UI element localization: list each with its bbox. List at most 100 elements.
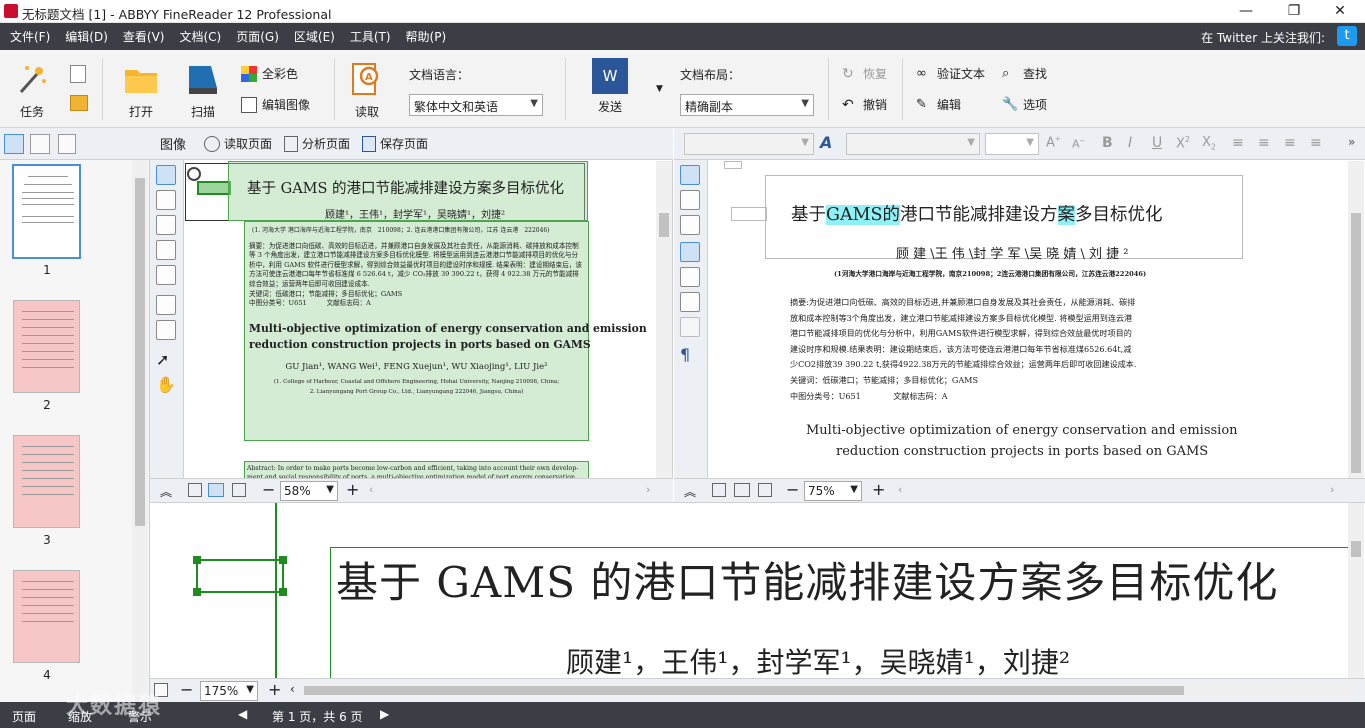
text-view-icon[interactable] xyxy=(680,165,700,185)
fit-height-icon[interactable] xyxy=(758,483,772,497)
format-icon[interactable] xyxy=(680,317,700,337)
document-image[interactable]: 基于 GAMS 的港口节能减排建设方案多目标优化 顾建¹，王伟¹，封学军¹，吴晓… xyxy=(185,161,655,478)
thumbnails-view-icon[interactable] xyxy=(4,134,24,154)
zoom-in-icon[interactable]: + xyxy=(268,680,281,699)
read-page-button[interactable]: 读取页面 xyxy=(204,135,272,152)
restore-button[interactable]: ❐ xyxy=(1271,0,1317,23)
pages-scrollbar[interactable] xyxy=(132,160,148,702)
small-area-box[interactable] xyxy=(197,181,231,195)
recognized-text-document[interactable]: 基于GAMS的港口节能减排建设方案多目标优化 顾 建 \王 伟 \封 学 军 \… xyxy=(709,161,1307,478)
details-view-icon[interactable] xyxy=(30,134,50,154)
menu-file[interactable]: 文件(F) xyxy=(10,28,50,45)
menu-area[interactable]: 区域(E) xyxy=(294,28,335,45)
font-size-select[interactable]: ▼ xyxy=(985,133,1039,155)
pilcrow-icon[interactable]: ¶ xyxy=(680,345,700,365)
previous-page-icon[interactable]: ◀ xyxy=(238,707,247,721)
page-thumbnail-3[interactable] xyxy=(13,435,80,528)
background-area-tool-icon[interactable] xyxy=(156,265,176,285)
menu-edit[interactable]: 编辑(D) xyxy=(65,28,108,45)
italic-icon[interactable]: I xyxy=(1128,135,1132,151)
more-tools-icon[interactable]: » xyxy=(1348,135,1355,149)
edit-button[interactable]: ✎ 编辑 xyxy=(916,96,961,113)
zoom-handle-tl[interactable] xyxy=(193,556,201,564)
order-tool-icon[interactable] xyxy=(156,320,176,340)
subscript-icon[interactable]: X2 xyxy=(1202,135,1216,152)
doc-language-select[interactable]: 繁体中文和英语 ▼ xyxy=(409,94,543,116)
fit-page-icon[interactable] xyxy=(188,483,202,497)
pointer-tool-icon[interactable]: ➚ xyxy=(156,350,176,370)
fit-width-icon[interactable] xyxy=(734,483,750,497)
zoom-handle-bl[interactable] xyxy=(193,588,201,596)
page-thumbnail-4[interactable] xyxy=(13,570,80,663)
menu-help[interactable]: 帮助(P) xyxy=(406,28,447,45)
style-editor-icon[interactable]: A xyxy=(820,133,832,152)
edit-image-button[interactable]: 编辑图像 xyxy=(241,96,310,113)
read-button[interactable]: A 读取 xyxy=(344,62,390,120)
abstract-en-area[interactable]: Abstract: In order to make ports become … xyxy=(244,461,589,478)
align-left-icon[interactable]: ≡ xyxy=(1232,135,1244,151)
image-zoom-select[interactable]: 58% ▼ xyxy=(280,481,338,501)
verify-text-button[interactable]: ∞ 验证文本 xyxy=(916,65,985,82)
align-right-icon[interactable]: ≡ xyxy=(1284,135,1296,151)
style-select[interactable]: ▼ xyxy=(684,133,814,155)
scan-button[interactable]: 扫描 xyxy=(180,62,226,120)
justify-icon[interactable]: ≡ xyxy=(1310,135,1322,151)
page-settings-icon[interactable] xyxy=(58,134,76,154)
close-button[interactable]: ✕ xyxy=(1317,0,1363,23)
menu-tools[interactable]: 工具(T) xyxy=(350,28,391,45)
menu-document[interactable]: 文档(C) xyxy=(179,28,221,45)
zoom-out-icon[interactable]: − xyxy=(786,480,799,499)
title-text-area[interactable]: 基于 GAMS 的港口节能减排建设方案多目标优化 顾建¹，王伟¹，封学军¹，吴晓… xyxy=(228,161,588,221)
options-button[interactable]: 🔧 选项 xyxy=(1002,96,1047,113)
menu-page[interactable]: 页面(G) xyxy=(236,28,279,45)
dictionary-icon[interactable] xyxy=(680,292,700,312)
undo-button[interactable]: ↶ 撤销 xyxy=(842,96,887,113)
zoom-handle-br[interactable] xyxy=(279,588,287,596)
new-doc-icon[interactable] xyxy=(70,65,86,83)
font-select[interactable]: ▼ xyxy=(846,133,980,155)
hand-tool-icon[interactable]: ✋ xyxy=(156,375,176,395)
shrink-font-icon[interactable]: A− xyxy=(1072,137,1085,151)
fullcolor-button[interactable]: 全彩色 xyxy=(241,65,298,82)
scroll-right-icon[interactable]: › xyxy=(1330,483,1334,496)
pages-tab[interactable]: 页面 xyxy=(12,708,36,725)
menu-view[interactable]: 查看(V) xyxy=(123,28,165,45)
minimize-button[interactable]: — xyxy=(1223,0,1269,23)
add-area-tool-icon[interactable] xyxy=(156,295,176,315)
open-small-icon[interactable] xyxy=(70,95,88,111)
highlight-uncertain-icon[interactable] xyxy=(680,242,700,262)
body-text-area[interactable]: (1. 河海大学 港口海岸与近海工程学院，南京 210098；2. 连云港港口集… xyxy=(244,221,647,441)
document-view-icon[interactable] xyxy=(680,190,700,210)
text-vscrollbar[interactable] xyxy=(1348,161,1364,478)
send-dropdown-icon[interactable]: ▼ xyxy=(656,84,663,94)
find-button[interactable]: ⌕ 查找 xyxy=(1002,65,1047,82)
picture-area-tool-icon[interactable] xyxy=(156,190,176,210)
table-area-tool-icon[interactable] xyxy=(156,215,176,235)
page-thumbnail-1[interactable] xyxy=(12,164,81,259)
collapse-up-icon[interactable]: ︽ xyxy=(160,483,172,500)
return-icon[interactable] xyxy=(680,215,700,235)
collapse-up-icon[interactable]: ︽ xyxy=(684,483,696,500)
underline-icon[interactable]: U xyxy=(1152,135,1162,151)
text-area-tool-icon[interactable] xyxy=(156,165,176,185)
zoom-pane-zoom-select[interactable]: 175% ▼ xyxy=(200,681,258,701)
zoom-in-icon[interactable]: + xyxy=(346,480,359,499)
image-vscrollbar[interactable] xyxy=(656,161,672,478)
grid-area-tool-icon[interactable] xyxy=(156,240,176,260)
text-zoom-select[interactable]: 75% ▼ xyxy=(804,481,862,501)
superscript-icon[interactable]: X2 xyxy=(1176,135,1190,151)
scroll-left-icon[interactable]: ‹ xyxy=(290,682,295,696)
twitter-icon[interactable]: t xyxy=(1337,26,1357,46)
redo-button[interactable]: ↻ 恢复 xyxy=(842,65,887,82)
align-center-icon[interactable]: ≡ xyxy=(1258,135,1270,151)
zoom-out-icon[interactable]: − xyxy=(180,680,193,699)
task-button[interactable]: 任务 xyxy=(10,62,54,120)
open-button[interactable]: 打开 xyxy=(118,62,164,120)
grow-font-icon[interactable]: A+ xyxy=(1046,135,1061,150)
zoom-handle-tr[interactable] xyxy=(279,556,287,564)
verify-icon[interactable] xyxy=(680,267,700,287)
scroll-left-icon[interactable]: ‹ xyxy=(369,483,373,496)
layout-select[interactable]: 精确副本 ▼ xyxy=(680,94,814,116)
scroll-right-icon[interactable]: › xyxy=(646,483,650,496)
fit-height-icon[interactable] xyxy=(232,483,246,497)
